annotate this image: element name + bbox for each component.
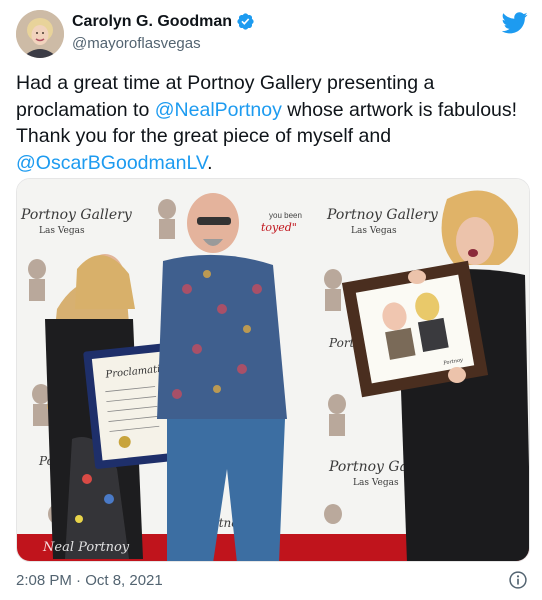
tweet-text-segment: Thank you for the great piece of myself … [16,125,392,147]
backdrop-logo-subtext: Las Vegas [351,226,397,236]
tweet-text-segment: . [207,151,213,174]
tweet-text: Had a great time at Portnoy Gallery pres… [16,70,526,176]
author-handle[interactable]: @mayoroflasvegas [72,35,201,52]
avatar-photo [16,10,64,58]
backdrop-logo-text: Portnoy Gallery [326,207,439,223]
event-photo-illustration: Portnoy Gallery Las Vegas Portnoy Galler… [17,179,529,561]
info-icon[interactable] [508,570,528,590]
tweet-text-segment: proclamation to [16,98,155,121]
tweet-text-line: Had a great time at Portnoy Gallery pres… [16,70,526,97]
verified-badge-icon [237,13,254,30]
tweet-text-line: Thank you for the great piece of myself … [16,123,526,150]
backdrop-logo-text: Portnoy Gallery [20,207,133,223]
twitter-bird-icon[interactable] [502,12,528,34]
tweet-text-segment: whose artwork is fabulous! [281,98,518,121]
mention-link[interactable]: @OscarBGoodmanLV [16,152,207,174]
sign-fragment-top: you been [269,211,302,220]
tweet-text-line: @OscarBGoodmanLV. [16,150,526,177]
tweet-text-line: proclamation to @NealPortnoy whose artwo… [16,97,526,124]
sign-fragment-red: toyed" [261,221,297,234]
hand [448,367,466,383]
backdrop-logo-subtext: Las Vegas [353,478,399,488]
tweet-card: Carolyn G. Goodman @mayoroflasvegas Had … [0,0,542,600]
photographer-signature: Neal Portnoy [42,540,130,555]
tweet-text-segment: Had a great time at Portnoy Gallery pres… [16,72,435,94]
mention-link[interactable]: @NealPortnoy [155,99,282,121]
backdrop-logo-subtext: Las Vegas [39,226,85,236]
tweet-photo[interactable]: Portnoy Gallery Las Vegas Portnoy Galler… [16,178,530,562]
author-name-row: Carolyn G. Goodman [72,12,255,31]
tweet-timestamp[interactable]: 2:08 PM · Oct 8, 2021 [16,572,163,589]
author-display-name[interactable]: Carolyn G. Goodman [72,13,232,31]
hand [408,270,426,284]
avatar[interactable] [16,10,64,58]
